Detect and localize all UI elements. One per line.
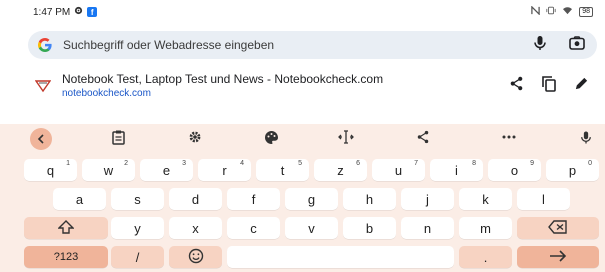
google-logo-icon	[36, 36, 54, 54]
space-bar[interactable]	[227, 246, 454, 268]
key-j[interactable]: j	[401, 188, 454, 210]
key-z[interactable]: z6	[314, 159, 367, 181]
key-n[interactable]: n	[401, 217, 454, 239]
suggestion-row[interactable]: Notebook Test, Laptop Test und News - No…	[28, 66, 597, 106]
key-i[interactable]: i8	[430, 159, 483, 181]
keyboard: q1 w2 e3 r4 t5 z6 u7 i8 o9 p0 a s d f g …	[0, 124, 605, 272]
key-g[interactable]: g	[285, 188, 338, 210]
text-cursor-icon[interactable]	[337, 128, 355, 146]
search-input[interactable]	[63, 38, 533, 52]
facebook-notification-icon: f	[87, 7, 98, 17]
status-time: 1:47 PM	[33, 6, 71, 18]
key-l[interactable]: l	[517, 188, 570, 210]
battery-icon: 98	[579, 7, 593, 17]
key-m[interactable]: m	[459, 217, 512, 239]
key-q[interactable]: q1	[24, 159, 77, 181]
settings-gear-icon[interactable]	[186, 128, 204, 146]
more-options-icon[interactable]	[500, 128, 518, 146]
shift-arrow-icon	[57, 219, 75, 237]
status-bar: 1:47 PM f 98	[0, 0, 605, 24]
key-period[interactable]: .	[459, 246, 512, 268]
key-w[interactable]: w2	[82, 159, 135, 181]
key-t[interactable]: t5	[256, 159, 309, 181]
nfc-icon	[531, 5, 540, 18]
smiley-icon	[188, 248, 204, 267]
key-x[interactable]: x	[169, 217, 222, 239]
vibrate-icon	[546, 6, 556, 18]
voice-input-microphone-icon[interactable]	[577, 128, 595, 146]
symbols-key[interactable]: ?123	[24, 246, 108, 268]
key-h[interactable]: h	[343, 188, 396, 210]
key-e[interactable]: e3	[140, 159, 193, 181]
microphone-icon[interactable]	[533, 35, 547, 56]
backspace-icon	[548, 219, 568, 237]
site-favicon-icon	[34, 77, 52, 95]
edit-pencil-icon[interactable]	[574, 76, 589, 96]
settings-gear-icon	[74, 6, 83, 18]
shift-key[interactable]	[24, 217, 108, 239]
key-f[interactable]: f	[227, 188, 280, 210]
key-u[interactable]: u7	[372, 159, 425, 181]
chevron-left-icon[interactable]	[30, 128, 52, 150]
suggestion-url: notebookcheck.com	[62, 87, 151, 99]
key-r[interactable]: r4	[198, 159, 251, 181]
key-p[interactable]: p0	[546, 159, 599, 181]
share-icon[interactable]	[509, 76, 524, 96]
key-b[interactable]: b	[343, 217, 396, 239]
camera-lens-icon[interactable]	[569, 35, 585, 55]
backspace-key[interactable]	[517, 217, 599, 239]
key-o[interactable]: o9	[488, 159, 541, 181]
key-d[interactable]: d	[169, 188, 222, 210]
suggestion-title: Notebook Test, Laptop Test und News - No…	[62, 71, 384, 86]
key-slash[interactable]: /	[111, 246, 164, 268]
key-c[interactable]: c	[227, 217, 280, 239]
key-y[interactable]: y	[111, 217, 164, 239]
enter-key[interactable]	[517, 246, 599, 268]
copy-icon[interactable]	[542, 75, 556, 97]
key-s[interactable]: s	[111, 188, 164, 210]
address-bar[interactable]	[28, 31, 597, 59]
clipboard-icon[interactable]	[109, 128, 127, 146]
arrow-right-icon	[549, 249, 567, 265]
wifi-icon	[562, 6, 573, 18]
key-a[interactable]: a	[53, 188, 106, 210]
key-v[interactable]: v	[285, 217, 338, 239]
share-icon[interactable]	[414, 128, 432, 146]
palette-icon[interactable]	[262, 128, 280, 146]
emoji-key[interactable]	[169, 246, 222, 268]
key-k[interactable]: k	[459, 188, 512, 210]
